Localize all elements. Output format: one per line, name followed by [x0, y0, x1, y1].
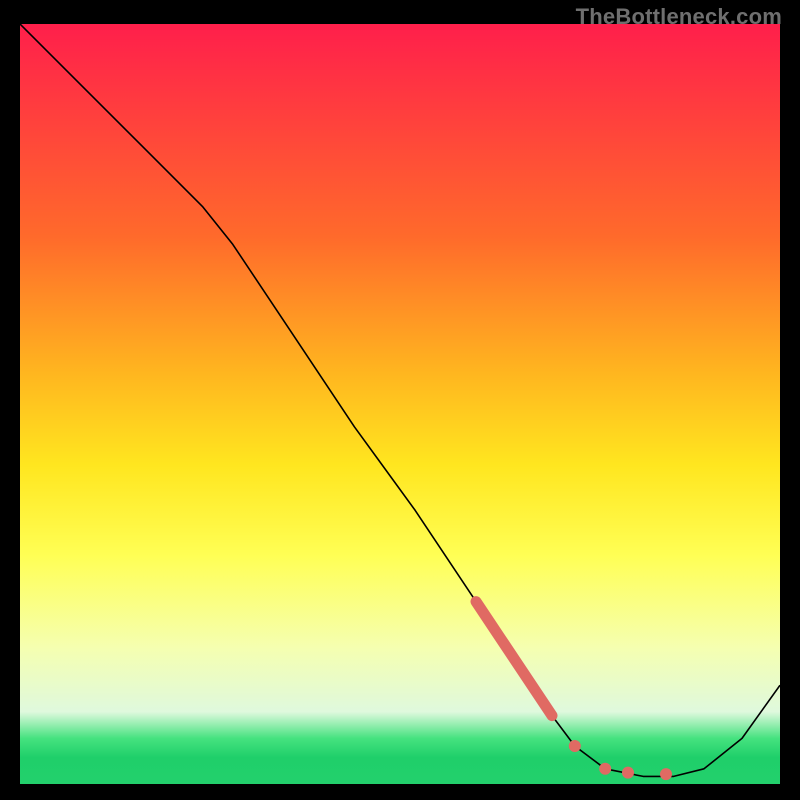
- series-dots-point: [569, 740, 581, 752]
- series-dots-point: [660, 768, 672, 780]
- plot-area: [20, 24, 780, 784]
- chart-svg: [20, 24, 780, 784]
- series-dots-point: [622, 767, 634, 779]
- chart-frame: TheBottleneck.com: [0, 0, 800, 800]
- series-dots-point: [599, 763, 611, 775]
